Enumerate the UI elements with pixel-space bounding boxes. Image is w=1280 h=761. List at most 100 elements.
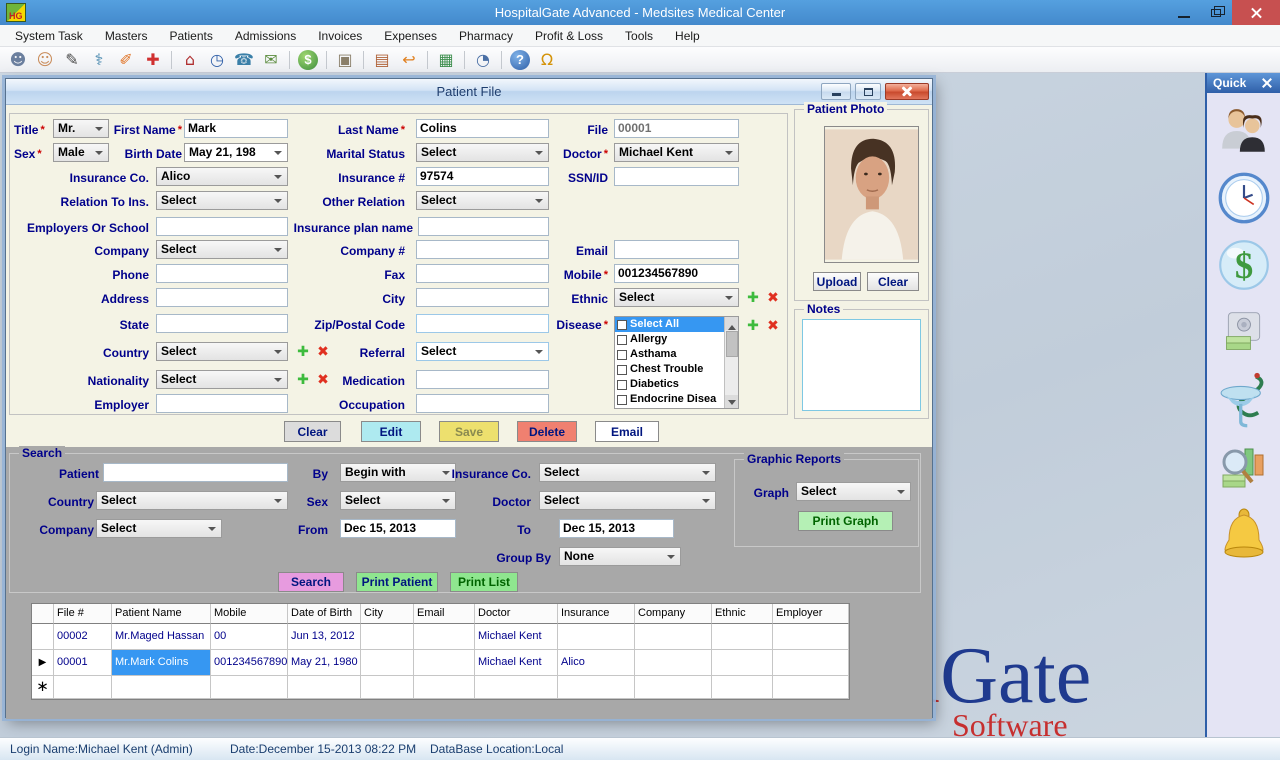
window-close-button[interactable] xyxy=(885,83,929,100)
quick-reports-icon[interactable] xyxy=(1215,437,1273,495)
sex-select[interactable]: Male xyxy=(53,143,109,162)
grid-cell[interactable]: 00002 xyxy=(54,624,112,650)
doctor-select[interactable]: Michael Kent xyxy=(614,143,739,162)
report-icon[interactable]: ▦ xyxy=(436,50,456,70)
email-input[interactable] xyxy=(614,240,739,259)
patient-icon[interactable]: ☺ xyxy=(35,50,55,70)
separator[interactable] xyxy=(363,51,364,69)
signature-icon[interactable]: ✎ xyxy=(62,50,82,70)
marker-icon[interactable]: ✐ xyxy=(116,50,136,70)
ethnic-add-icon[interactable]: ✚ xyxy=(745,289,761,307)
admission-icon[interactable]: ⌂ xyxy=(180,50,200,70)
delete-button[interactable]: Delete xyxy=(517,421,577,442)
mobile-input[interactable]: 001234567890 xyxy=(614,264,739,283)
menu-item[interactable]: Help xyxy=(664,25,711,47)
search-patient-input[interactable] xyxy=(103,463,288,482)
other-relation-select[interactable]: Select xyxy=(416,191,549,210)
ssn-input[interactable] xyxy=(614,167,739,186)
checkbox-icon[interactable] xyxy=(617,335,627,345)
grid-cell[interactable] xyxy=(773,624,849,650)
ethnic-delete-icon[interactable]: ✖ xyxy=(765,289,781,307)
grid-cell[interactable]: Mr.Mark Colins xyxy=(112,650,211,676)
grid-cell[interactable] xyxy=(773,676,849,699)
disease-delete-icon[interactable]: ✖ xyxy=(765,317,781,335)
grid-header-cell[interactable]: City xyxy=(361,604,414,624)
grid-header-cell[interactable]: Patient Name xyxy=(112,604,211,624)
separator[interactable] xyxy=(501,51,502,69)
file-input[interactable]: 00001 xyxy=(614,119,739,138)
disease-scrollbar[interactable] xyxy=(724,317,738,408)
disease-add-icon[interactable]: ✚ xyxy=(745,317,761,335)
grid-cell[interactable] xyxy=(558,676,635,699)
grid-header-cell[interactable]: Doctor xyxy=(475,604,558,624)
new-row-selector-cell[interactable]: ∗ xyxy=(32,676,54,699)
grid-cell[interactable] xyxy=(288,676,361,699)
scroll-thumb[interactable] xyxy=(726,331,738,357)
grid-cell[interactable]: Alico xyxy=(558,650,635,676)
disease-option[interactable]: Select All xyxy=(615,317,724,332)
menu-item[interactable]: Pharmacy xyxy=(448,25,524,47)
app-minimize-button[interactable] xyxy=(1168,0,1200,25)
dollar-icon[interactable]: $ xyxy=(298,50,318,70)
window-maximize-button[interactable] xyxy=(855,83,881,100)
upload-photo-button[interactable]: Upload xyxy=(813,272,861,291)
scroll-down-icon[interactable] xyxy=(725,395,739,408)
grid-cell[interactable] xyxy=(558,624,635,650)
clear-button[interactable]: Clear xyxy=(284,421,341,442)
separator[interactable] xyxy=(326,51,327,69)
grid-cell[interactable] xyxy=(635,676,712,699)
grid-header-cell[interactable]: Company xyxy=(635,604,712,624)
quick-patients-icon[interactable] xyxy=(1215,102,1273,160)
clock-icon[interactable]: ◷ xyxy=(207,50,227,70)
disease-option[interactable]: Endocrine Disea xyxy=(615,392,724,407)
quick-alerts-icon[interactable] xyxy=(1215,504,1273,562)
pharmacy-box-icon[interactable]: ▣ xyxy=(335,50,355,70)
edit-button[interactable]: Edit xyxy=(361,421,421,442)
graph-select[interactable]: Select xyxy=(796,482,911,501)
occupation-input[interactable] xyxy=(416,394,549,413)
grid-cell[interactable] xyxy=(414,676,475,699)
grid-cell[interactable] xyxy=(773,650,849,676)
grid-header-cell[interactable]: Date of Birth xyxy=(288,604,361,624)
clear-photo-button[interactable]: Clear xyxy=(867,272,919,291)
ambulance-icon[interactable]: ✚ xyxy=(143,50,163,70)
search-doctor-select[interactable]: Select xyxy=(539,491,716,510)
grid-cell[interactable] xyxy=(712,676,773,699)
gift-icon[interactable]: ▤ xyxy=(372,50,392,70)
quick-clock-icon[interactable] xyxy=(1215,169,1273,227)
row-selector-cell[interactable]: ▶ xyxy=(32,650,54,676)
menu-item[interactable]: Invoices xyxy=(307,25,373,47)
insurance-plan-input[interactable] xyxy=(418,217,549,236)
checkbox-icon[interactable] xyxy=(617,365,627,375)
disease-listbox[interactable]: Select AllAllergyAsthamaChest TroubleDia… xyxy=(614,316,739,409)
patients-icon[interactable]: ☻ xyxy=(8,50,28,70)
grid-cell[interactable] xyxy=(54,676,112,699)
grid-cell[interactable] xyxy=(361,650,414,676)
grid-header-cell[interactable]: Email xyxy=(414,604,475,624)
search-to-date[interactable]: Dec 15, 2013 xyxy=(559,519,674,538)
grid-cell[interactable] xyxy=(635,650,712,676)
grid-cell[interactable] xyxy=(414,650,475,676)
grid-header-cell[interactable]: Ethnic xyxy=(712,604,773,624)
print-list-button[interactable]: Print List xyxy=(450,572,518,592)
group-by-select[interactable]: None xyxy=(559,547,681,566)
ethnic-select[interactable]: Select xyxy=(614,288,739,307)
search-sex-select[interactable]: Select xyxy=(340,491,456,510)
menu-item[interactable]: Profit & Loss xyxy=(524,25,614,47)
grid-cell[interactable] xyxy=(475,676,558,699)
app-restore-button[interactable] xyxy=(1200,0,1232,25)
disease-option[interactable]: Allergy xyxy=(615,332,724,347)
referral-select[interactable]: Select xyxy=(416,342,549,361)
grid-cell[interactable]: Michael Kent xyxy=(475,624,558,650)
checkbox-icon[interactable] xyxy=(617,395,627,405)
grid-row[interactable]: ▶ 00001 Mr.Mark Colins 001234567890 May … xyxy=(32,650,849,676)
grid-cell[interactable] xyxy=(361,676,414,699)
grid-cell[interactable] xyxy=(211,676,288,699)
grid-cell[interactable] xyxy=(361,624,414,650)
disease-option[interactable]: Asthama xyxy=(615,347,724,362)
grid-cell[interactable]: 00001 xyxy=(54,650,112,676)
search-by-select[interactable]: Begin with xyxy=(340,463,456,482)
grid-row[interactable]: 00002 Mr.Maged Hassan 00 Jun 13, 2012 Mi… xyxy=(32,624,849,650)
quick-money-icon[interactable]: $ xyxy=(1215,236,1273,294)
grid-header-cell[interactable]: Employer xyxy=(773,604,849,624)
